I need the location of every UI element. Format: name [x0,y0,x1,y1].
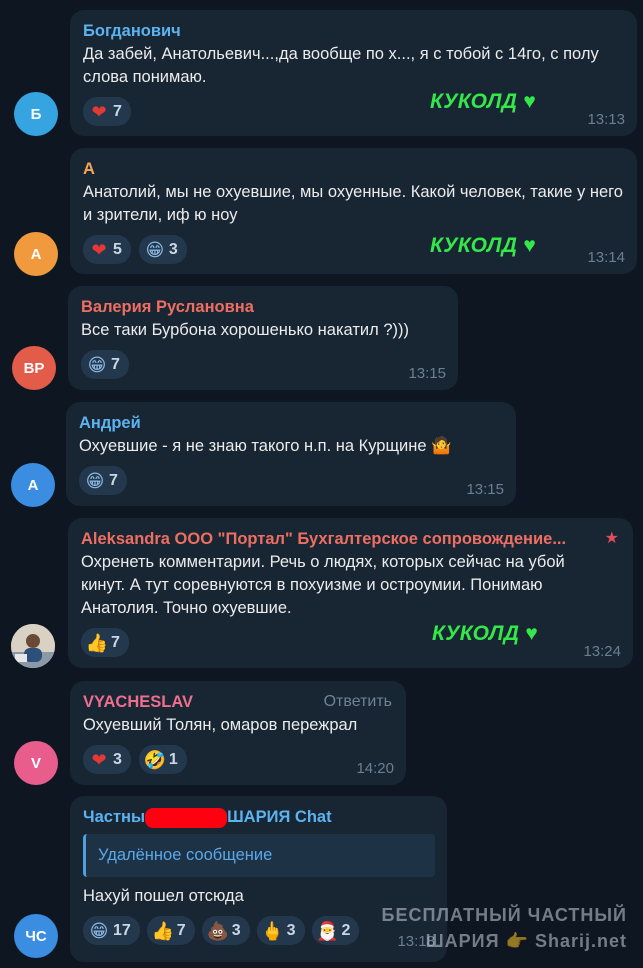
reaction-count: 3 [286,921,296,939]
message-time: 13:24 [583,643,621,660]
author-name[interactable]: А [83,158,625,180]
message-text: Все таки Бурбона хорошенько накатил ?))) [81,321,410,339]
message-bubble[interactable]: Богданович Да забей, Анатольевич...,да в… [70,10,637,136]
author-name[interactable]: Валерия Руслановна [81,296,446,318]
reaction-count: 3 [113,750,122,768]
reaction-middle-finger[interactable]: 🖕 3 [256,916,305,945]
author-name[interactable]: Андрей [79,412,504,434]
middle-finger-icon: 🖕 [261,920,284,941]
author-name[interactable]: Aleksandra ООО "Портал" Бухгалтерское со… [81,528,596,550]
message-bubble[interactable]: Aleksandra ООО "Портал" Бухгалтерское со… [68,518,633,668]
kukold-tag: КУКОЛД ♥ [430,234,537,257]
reaction-count: 7 [111,355,120,373]
heart-icon: ❤ [91,239,107,260]
reaction-count: 3 [168,240,178,258]
avatar[interactable]: ВР [12,346,56,390]
grin-icon: 😁 [85,470,105,491]
message-text: Охуевший Толян, омаров пережрал [83,716,358,734]
author-name-prefix: Частны [83,808,146,826]
reaction-heart[interactable]: ❤ 7 [83,97,131,126]
reactions: ❤ 5 😁 3 [83,235,625,264]
thumbs-up-icon: 👍 [151,920,175,941]
reactions: 😁 7 [79,466,504,495]
reaction-thumbs-up[interactable]: 👍 7 [81,628,129,657]
avatar[interactable]: А [11,463,55,507]
thumbs-up-icon: 👍 [85,632,109,653]
reactions: 😁 7 [81,350,446,379]
grin-icon: 😁 [87,354,107,375]
reaction-grin[interactable]: 😁 7 [79,466,127,495]
reaction-thumbs-up[interactable]: 👍 7 [146,916,195,945]
reaction-grin[interactable]: 😁 3 [138,235,187,264]
redaction-mark [145,807,228,828]
avatar[interactable]: Б [14,92,58,136]
reactions: ❤ 7 [83,97,625,126]
message-text: Охуевшие - я не знаю такого н.п. на Курщ… [79,437,452,455]
grin-icon: 😁 [89,920,109,941]
avatar[interactable]: V [14,741,58,785]
reaction-heart[interactable]: ❤ 5 [83,235,131,264]
reaction-count: 1 [168,750,178,768]
reaction-grin[interactable]: 😁 17 [83,916,140,945]
santa-icon: 🎅 [316,920,339,941]
reaction-count: 2 [341,921,351,939]
author-name[interactable]: Богданович [83,20,625,42]
reply-quote[interactable]: Удалённое сообщение [83,834,435,877]
avatar[interactable]: ЧС [14,914,58,958]
reaction-count: 7 [109,471,118,489]
person-photo-icon [11,624,55,668]
avatar-photo[interactable] [11,624,55,668]
star-icon: ★ [604,530,619,547]
watermark-line-1: БЕСПЛАТНЫЙ ЧАСТНЫЙ [381,905,627,925]
message-bubble[interactable]: Валерия Руслановна Все таки Бурбона хоро… [68,286,458,390]
watermark-line-2: ШАРИЯ 👉 Sharij.net [425,931,627,951]
reaction-rofl[interactable]: 🤣 1 [138,745,187,774]
reply-button[interactable]: Ответить [324,693,392,711]
poop-icon: 💩 [206,920,229,941]
author-name-suffix: ШАРИЯ Chat [227,808,332,826]
heart-icon: ❤ [91,101,107,122]
reaction-count: 3 [231,921,241,939]
message-time: 13:13 [587,111,625,128]
reaction-poop[interactable]: 💩 3 [201,916,250,945]
reaction-count: 7 [176,921,186,939]
reaction-count: 17 [113,921,131,939]
reactions: 👍 7 [81,628,621,657]
message-time: 13:14 [587,249,625,266]
quote-text: Удалённое сообщение [98,846,273,864]
reaction-count: 5 [113,240,122,258]
reactions: ❤ 3 🤣 1 [83,745,394,774]
watermark: БЕСПЛАТНЫЙ ЧАСТНЫЙ ШАРИЯ 👉 Sharij.net [382,902,627,954]
author-name[interactable]: Частны ШАРИЯ Chat [83,806,435,828]
heart-icon: ❤ [91,749,107,770]
message-time: 13:15 [466,481,504,498]
message-time: 14:20 [356,760,394,777]
reaction-grin[interactable]: 😁 7 [81,350,129,379]
rofl-icon: 🤣 [143,749,167,770]
message-time: 13:15 [408,365,446,382]
avatar[interactable]: А [14,232,58,276]
message-bubble[interactable]: Андрей Охуевшие - я не знаю такого н.п. … [66,402,516,506]
message-text: Да забей, Анатольевич...,да вообще по х.… [83,45,599,86]
grin-icon: 😁 [145,239,165,260]
message-text: Охренеть комментарии. Речь о людях, кото… [81,553,565,617]
kukold-tag: КУКОЛД ♥ [432,622,539,645]
message-bubble[interactable]: А Анатолий, мы не охуевшие, мы охуенные.… [70,148,637,274]
reaction-count: 7 [113,102,122,120]
message-text: Анатолий, мы не охуевшие, мы охуенные. К… [83,183,623,224]
kukold-tag: КУКОЛД ♥ [430,90,537,113]
message-bubble[interactable]: VYACHESLAV Ответить Охуевший Толян, омар… [70,681,406,785]
reaction-heart[interactable]: ❤ 3 [83,745,131,774]
reaction-santa[interactable]: 🎅 2 [311,916,360,945]
reaction-count: 7 [111,633,120,651]
